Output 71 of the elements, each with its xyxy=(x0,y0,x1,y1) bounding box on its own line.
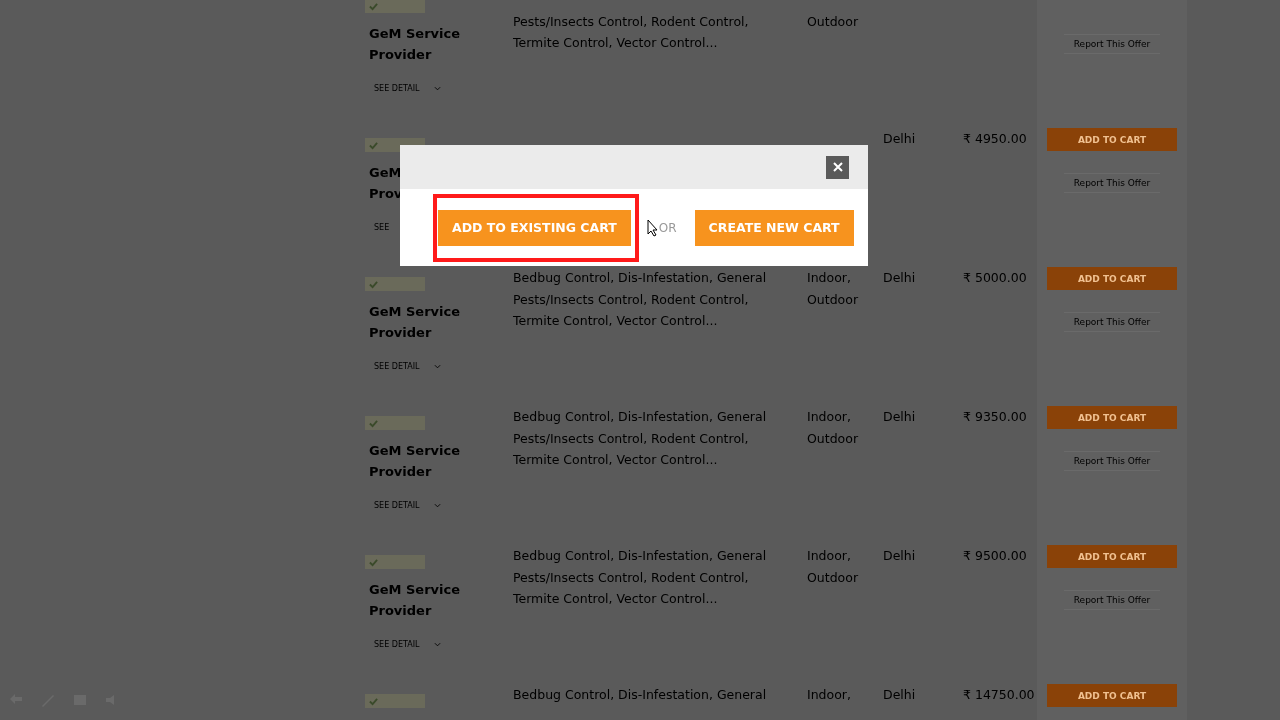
service-description: Pests/Insects Control, Rodent Control, xyxy=(513,12,749,31)
service-type: Indoor, xyxy=(807,686,851,704)
report-offer-link[interactable]: Report This Offer xyxy=(1063,34,1161,54)
location: Delhi xyxy=(883,130,916,148)
report-offer-link[interactable]: Report This Offer xyxy=(1063,590,1161,610)
service-description: Termite Control, Vector Control... xyxy=(513,312,718,330)
service-description: Termite Control, Vector Control... xyxy=(513,451,718,469)
service-type: Outdoor xyxy=(807,290,859,309)
service-description: Pests/Insects Control, Rodent Control, xyxy=(513,429,749,448)
chevron-down-icon xyxy=(433,86,441,91)
price: ₹ 14750.00 xyxy=(963,686,1035,704)
report-offer-link[interactable]: Report This Offer xyxy=(1063,451,1161,471)
see-detail-link[interactable]: SEE xyxy=(374,223,411,232)
report-offer-link[interactable]: Report This Offer xyxy=(1063,173,1161,193)
check-icon xyxy=(369,140,378,150)
location: Delhi xyxy=(883,547,916,565)
price: ₹ 9500.00 xyxy=(963,547,1027,565)
service-description: Bedbug Control, Dis-Infestation, General xyxy=(513,269,767,287)
location: Delhi xyxy=(883,686,916,704)
service-description: Pests/Insects Control, Rodent Control, xyxy=(513,290,749,309)
see-detail-link[interactable]: SEE DETAIL xyxy=(374,501,441,510)
service-description: Bedbug Control, Dis-Infestation, General xyxy=(513,408,767,426)
provider-name: GeM Service xyxy=(369,303,460,321)
check-icon xyxy=(369,1,378,11)
price: ₹ 9350.00 xyxy=(963,408,1027,426)
see-detail-link[interactable]: SEE DETAIL xyxy=(374,84,441,93)
add-to-cart-button[interactable]: ADD TO CART xyxy=(1047,684,1177,707)
provider-name: Provider xyxy=(369,324,432,342)
service-type: Indoor, xyxy=(807,408,851,426)
close-icon xyxy=(832,162,843,172)
check-icon xyxy=(369,557,378,567)
create-new-cart-button[interactable]: CREATE NEW CART xyxy=(694,209,854,246)
service-type: Indoor, xyxy=(807,547,851,565)
price: ₹ 4950.00 xyxy=(963,130,1027,148)
provider-name: GeM Service xyxy=(369,25,460,43)
or-separator: OR xyxy=(658,220,677,235)
add-to-cart-button[interactable]: ADD TO CART xyxy=(1047,267,1177,290)
provider-name: Provider xyxy=(369,46,432,64)
service-type: Outdoor xyxy=(807,568,859,587)
add-to-cart-button[interactable]: ADD TO CART xyxy=(1047,128,1177,151)
service-type: Outdoor xyxy=(807,12,859,31)
cursor-icon xyxy=(646,218,658,237)
service-description: Pests/Insects Control, Rodent Control, xyxy=(513,568,749,587)
provider-name: Prov xyxy=(369,185,403,203)
service-description: Bedbug Control, Dis-Infestation, General xyxy=(513,686,767,704)
report-offer-link[interactable]: Report This Offer xyxy=(1063,312,1161,332)
service-type: Indoor, xyxy=(807,269,851,287)
provider-name: GeM xyxy=(369,164,402,182)
location: Delhi xyxy=(883,269,916,287)
price: ₹ 5000.00 xyxy=(963,269,1027,287)
chevron-down-icon xyxy=(433,642,441,647)
service-description: Bedbug Control, Dis-Infestation, General xyxy=(513,547,767,565)
see-detail-link[interactable]: SEE DETAIL xyxy=(374,362,441,371)
service-description: Termite Control, Vector Control... xyxy=(513,590,718,608)
service-type: Outdoor xyxy=(807,429,859,448)
provider-name: GeM Service xyxy=(369,442,460,460)
service-description: Termite Control, Vector Control... xyxy=(513,34,718,52)
add-to-existing-cart-button[interactable]: ADD TO EXISTING CART xyxy=(438,209,631,246)
see-detail-link[interactable]: SEE DETAIL xyxy=(374,640,441,649)
check-icon xyxy=(369,279,378,289)
provider-name: Provider xyxy=(369,463,432,481)
provider-name: GeM Service xyxy=(369,581,460,599)
add-to-cart-button[interactable]: ADD TO CART xyxy=(1047,406,1177,429)
chevron-down-icon xyxy=(433,364,441,369)
check-icon xyxy=(369,696,378,706)
check-icon xyxy=(369,418,378,428)
provider-name: Provider xyxy=(369,602,432,620)
chevron-down-icon xyxy=(433,503,441,508)
close-button[interactable] xyxy=(826,155,849,179)
add-to-cart-button[interactable]: ADD TO CART xyxy=(1047,545,1177,568)
location: Delhi xyxy=(883,408,916,426)
